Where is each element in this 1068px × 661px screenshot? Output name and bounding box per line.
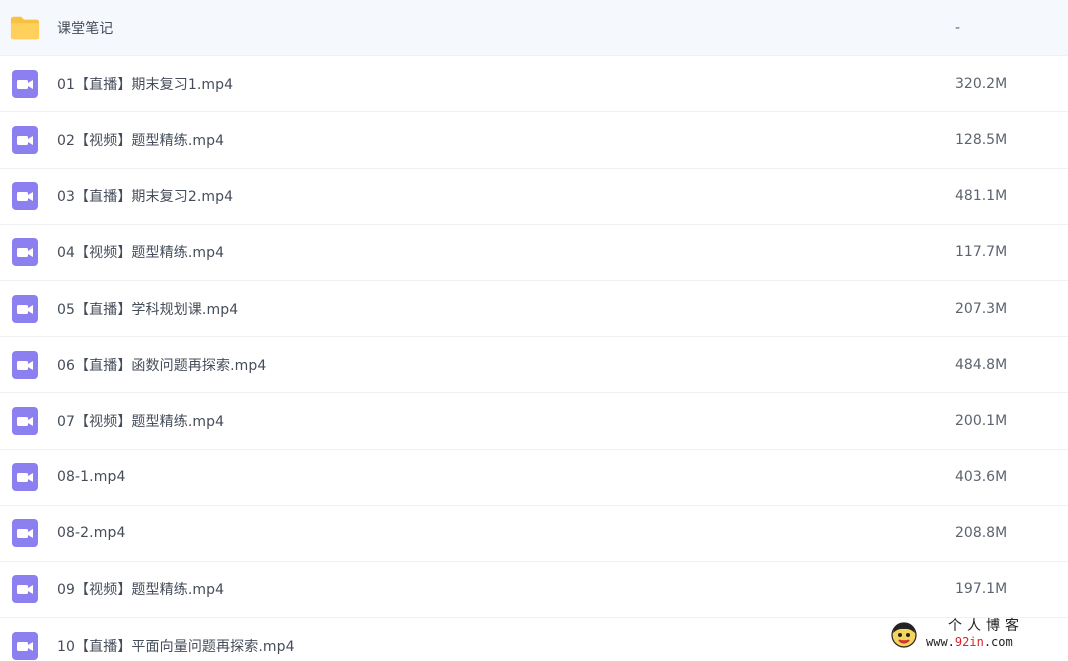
- video-file-icon: [10, 125, 40, 155]
- file-name[interactable]: 08-1.mp4: [57, 469, 125, 485]
- file-size: 200.1M: [955, 412, 1008, 429]
- file-name[interactable]: 10【直播】平面向量问题再探索.mp4: [57, 636, 295, 656]
- mascot-face-icon: [891, 622, 917, 648]
- file-size: 207.3M: [955, 300, 1008, 317]
- folder-icon: [10, 13, 40, 43]
- file-size: 197.1M: [955, 581, 1008, 598]
- video-file-icon: [10, 462, 40, 492]
- file-name[interactable]: 05【直播】学科规划课.mp4: [57, 299, 238, 319]
- file-name[interactable]: 06【直播】函数问题再探索.mp4: [57, 355, 266, 375]
- file-size: 128.5M: [955, 131, 1008, 148]
- file-size: 484.8M: [955, 356, 1008, 373]
- file-row[interactable]: 02【视频】题型精练.mp4 128.5M: [0, 112, 1068, 169]
- file-row[interactable]: 08-1.mp4 403.6M: [0, 450, 1068, 506]
- file-row[interactable]: 课堂笔记 -: [0, 0, 1068, 57]
- file-row[interactable]: 08-2.mp4 208.8M: [0, 506, 1068, 562]
- file-row[interactable]: 04【视频】题型精练.mp4 117.7M: [0, 225, 1068, 281]
- file-size: 320.2M: [955, 75, 1008, 92]
- file-size: -: [955, 19, 961, 36]
- watermark-url-highlight: 92in: [954, 635, 984, 649]
- file-row[interactable]: 07【视频】题型精练.mp4 200.1M: [0, 393, 1068, 450]
- video-file-icon: [10, 350, 40, 380]
- file-name[interactable]: 09【视频】题型精练.mp4: [57, 579, 224, 599]
- file-name[interactable]: 01【直播】期末复习1.mp4: [57, 74, 233, 94]
- watermark-url: www.92in.com: [926, 635, 1013, 649]
- file-name[interactable]: 07【视频】题型精练.mp4: [57, 411, 224, 431]
- file-name[interactable]: 04【视频】题型精练.mp4: [57, 242, 224, 262]
- watermark-url-suffix: .com: [983, 635, 1013, 649]
- file-size: 117.7M: [955, 244, 1008, 261]
- video-file-icon: [10, 294, 40, 324]
- file-row[interactable]: 01【直播】期末复习1.mp4 320.2M: [0, 56, 1068, 113]
- file-row[interactable]: 09【视频】题型精练.mp4 197.1M: [0, 562, 1068, 619]
- file-list: 课堂笔记 - 01【直播】期末复习1.mp4 320.2M 02【视频】题型精练…: [0, 0, 1068, 661]
- video-file-icon: [10, 69, 40, 99]
- file-name[interactable]: 08-2.mp4: [57, 525, 125, 541]
- file-row[interactable]: 03【直播】期末复习2.mp4 481.1M: [0, 169, 1068, 225]
- video-file-icon: [10, 518, 40, 548]
- file-size: 481.1M: [955, 188, 1008, 205]
- file-name[interactable]: 03【直播】期末复习2.mp4: [57, 186, 233, 206]
- video-file-icon: [10, 237, 40, 267]
- file-size: 208.8M: [955, 525, 1008, 542]
- watermark: 个人博客 www.92in.com: [890, 615, 1050, 655]
- watermark-title: 个人博客: [948, 618, 1024, 634]
- file-name[interactable]: 课堂笔记: [57, 18, 113, 38]
- file-row[interactable]: 05【直播】学科规划课.mp4 207.3M: [0, 281, 1068, 338]
- video-file-icon: [10, 406, 40, 436]
- video-file-icon: [10, 574, 40, 604]
- file-row[interactable]: 06【直播】函数问题再探索.mp4 484.8M: [0, 337, 1068, 394]
- video-file-icon: [10, 631, 40, 661]
- watermark-url-prefix: www.: [926, 635, 955, 649]
- video-file-icon: [10, 181, 40, 211]
- file-size: 403.6M: [955, 469, 1008, 486]
- file-name[interactable]: 02【视频】题型精练.mp4: [57, 130, 224, 150]
